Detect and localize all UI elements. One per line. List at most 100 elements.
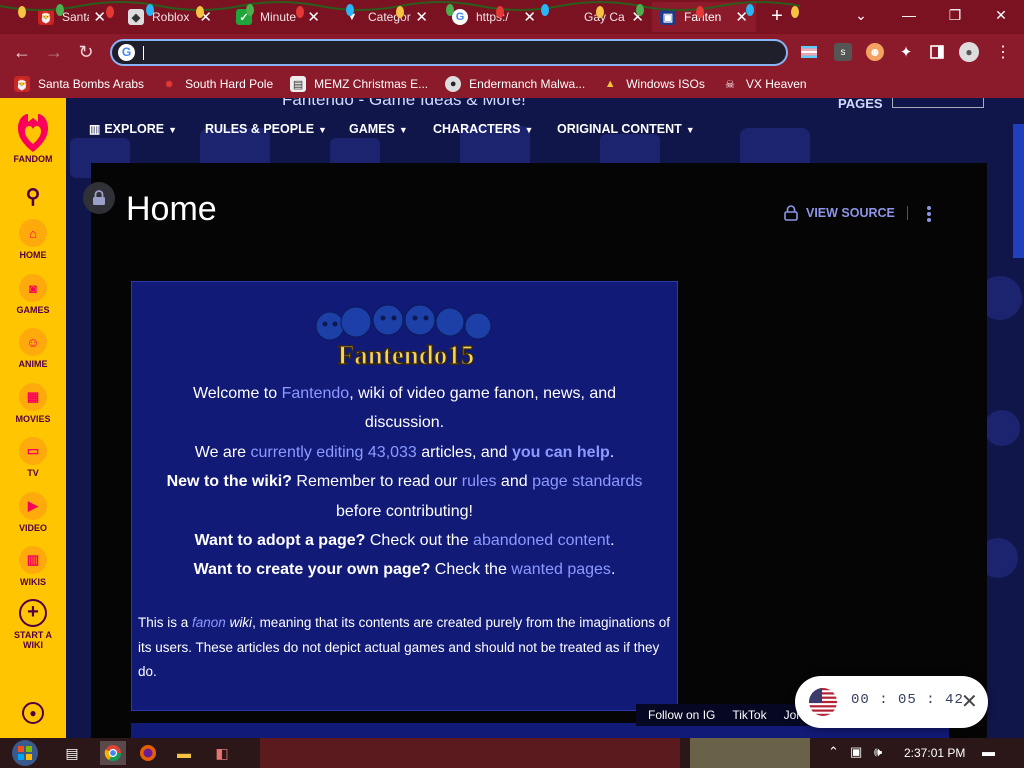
- fanon-link[interactable]: fanon: [192, 615, 226, 630]
- pages-label: PAGES: [838, 98, 883, 111]
- text-caret: [143, 46, 144, 60]
- wanted-pages-link[interactable]: wanted pages: [511, 561, 611, 578]
- timer-minutes: 05: [898, 692, 917, 708]
- rail-account[interactable]: ●: [0, 702, 66, 724]
- browser-tab[interactable]: ▼ Categor ✕: [336, 2, 436, 32]
- windows-logo-icon: [12, 740, 38, 766]
- rail-item-anime[interactable]: ☺ ANIME: [0, 328, 66, 369]
- network-icon[interactable]: ▣: [850, 744, 862, 760]
- tab-search-icon[interactable]: ⌄: [838, 0, 884, 30]
- us-flag-icon[interactable]: [809, 688, 837, 716]
- bookmark-item[interactable]: ● Endermanch Malwa...: [445, 76, 585, 92]
- protection-lock-button[interactable]: [83, 182, 115, 214]
- bookmark-item[interactable]: ☠ VX Heaven: [722, 76, 807, 92]
- s-extension-icon[interactable]: s: [834, 43, 852, 61]
- video-thumb-icon: ▤: [290, 76, 307, 92]
- restore-button[interactable]: ❐: [932, 0, 978, 30]
- avatar-extension-icon[interactable]: ☻: [866, 43, 884, 61]
- timer-hours: 00: [851, 692, 870, 708]
- more-menu-icon[interactable]: ⋮: [994, 43, 1012, 61]
- roblox-icon: ◆: [128, 9, 144, 25]
- rail-item-wikis[interactable]: ▥ WIKIS: [0, 546, 66, 587]
- rail-item-video[interactable]: ▶ VIDEO: [0, 492, 66, 533]
- nav-characters[interactable]: CHARACTERS ▼: [433, 122, 533, 136]
- tv-icon: ▭: [19, 437, 47, 465]
- close-tab-icon[interactable]: ✕: [735, 8, 748, 26]
- rail-item-games[interactable]: ◙ GAMES: [0, 274, 66, 315]
- google-icon: G: [118, 44, 135, 61]
- santa-favicon-icon: 🎅: [38, 9, 54, 25]
- reload-button[interactable]: ↻: [74, 40, 98, 64]
- firefox-taskbar-icon[interactable]: [136, 741, 160, 765]
- rail-search[interactable]: ⚲: [0, 184, 66, 209]
- nav-original-content[interactable]: ORIGINAL CONTENT ▼: [557, 122, 695, 136]
- task-view-icon[interactable]: ▤: [60, 741, 84, 765]
- rail-item-home[interactable]: ⌂ HOME: [0, 219, 66, 260]
- address-input[interactable]: [146, 44, 766, 62]
- nav-explore[interactable]: ▥ EXPLORE ▼: [89, 122, 177, 136]
- wiki-header: Fantendo - Game Ideas & More! PAGES ▥ EXP…: [66, 98, 1024, 156]
- browser-tab[interactable]: Gay Ca ✕: [552, 2, 652, 32]
- app-taskbar-icon[interactable]: ◧: [210, 741, 234, 765]
- bookmark-item[interactable]: 🎅 Santa Bombs Arabs: [14, 76, 144, 92]
- address-bar[interactable]: G: [110, 39, 788, 66]
- close-tab-icon[interactable]: ✕: [199, 8, 212, 26]
- notifications-icon[interactable]: ▬: [982, 744, 995, 759]
- book-icon: ▥: [89, 122, 101, 136]
- extensions-puzzle-icon[interactable]: ✦: [897, 43, 915, 61]
- pages-toolbar[interactable]: [892, 98, 984, 108]
- show-hidden-icons[interactable]: ⌃: [828, 744, 839, 760]
- rail-start-a-wiki[interactable]: + START A WIKI: [0, 599, 66, 650]
- start-button[interactable]: [7, 739, 43, 767]
- close-tab-icon[interactable]: ✕: [93, 8, 106, 26]
- welcome-line: New to the wiki? Remember to read our ru…: [166, 473, 643, 490]
- close-window-button[interactable]: ✕: [978, 0, 1024, 30]
- browser-tab-active[interactable]: ▣ Fanten ✕: [652, 2, 756, 32]
- side-panel-icon[interactable]: [928, 43, 946, 61]
- chrome-taskbar-icon[interactable]: [100, 741, 126, 765]
- browser-tab[interactable]: G https:/ ✕: [444, 2, 544, 32]
- web-page: Fantendo - Game Ideas & More! PAGES ▥ EXP…: [0, 98, 1024, 738]
- page-title: Home: [126, 190, 217, 228]
- bookmark-item[interactable]: ▤ MEMZ Christmas E...: [290, 76, 428, 92]
- nav-games[interactable]: GAMES ▼: [349, 122, 408, 136]
- flag-extension-icon[interactable]: [800, 43, 818, 61]
- wiki-sitename[interactable]: Fantendo - Game Ideas & More!: [282, 98, 526, 110]
- page-actions-kebab-icon[interactable]: [920, 204, 938, 224]
- close-tab-icon[interactable]: ✕: [523, 8, 536, 26]
- page-standards-link[interactable]: page standards: [532, 473, 642, 490]
- bookmark-item[interactable]: ▲ Windows ISOs: [602, 76, 705, 92]
- file-explorer-icon[interactable]: ▬: [172, 741, 196, 765]
- forward-button[interactable]: →: [42, 40, 66, 64]
- new-tab-button[interactable]: +: [766, 6, 788, 28]
- fandom-logo[interactable]: FANDOM: [0, 112, 66, 164]
- browser-tab[interactable]: ◆ Roblox ✕: [120, 2, 220, 32]
- tiktok-link[interactable]: TikTok: [732, 708, 766, 722]
- anime-face-icon: ☺: [19, 328, 47, 356]
- you-can-help-link[interactable]: you can help: [512, 444, 610, 461]
- close-tab-icon[interactable]: ✕: [631, 8, 644, 26]
- rail-item-movies[interactable]: ▦ MOVIES: [0, 383, 66, 424]
- follow-ig-link[interactable]: Follow on IG: [648, 708, 715, 722]
- fantendo-link[interactable]: Fantendo: [282, 385, 350, 402]
- close-tab-icon[interactable]: ✕: [307, 8, 320, 26]
- bookmark-item[interactable]: ✹ South Hard Pole: [161, 76, 273, 92]
- abandoned-content-link[interactable]: abandoned content: [473, 532, 610, 549]
- volume-icon[interactable]: 🕪: [874, 744, 882, 760]
- taskbar-clock[interactable]: 2:37:01 PM: [904, 746, 965, 760]
- view-source-button[interactable]: VIEW SOURCE: [784, 205, 895, 221]
- back-button[interactable]: ←: [10, 40, 34, 64]
- welcome-line: Want to create your own page? Check the …: [193, 561, 616, 578]
- profile-avatar-icon[interactable]: ●: [959, 42, 979, 62]
- close-icon[interactable]: ✕: [961, 689, 978, 714]
- fanon-disclaimer: This is a fanon wiki, meaning that its c…: [138, 615, 671, 679]
- rules-link[interactable]: rules: [462, 473, 497, 490]
- currently-editing-link[interactable]: currently editing 43,033: [251, 444, 417, 461]
- browser-tab[interactable]: 🎅 Santa C ✕: [30, 2, 114, 32]
- browser-tab-strip: 🎅 Santa C ✕ ◆ Roblox ✕ ✓ Minute ✕ ▼ Cate…: [0, 0, 1024, 34]
- browser-tab[interactable]: ✓ Minute ✕: [228, 2, 328, 32]
- minimize-button[interactable]: —: [886, 0, 932, 30]
- close-tab-icon[interactable]: ✕: [415, 8, 428, 26]
- rail-item-tv[interactable]: ▭ TV: [0, 437, 66, 478]
- nav-rules-people[interactable]: RULES & PEOPLE ▼: [205, 122, 327, 136]
